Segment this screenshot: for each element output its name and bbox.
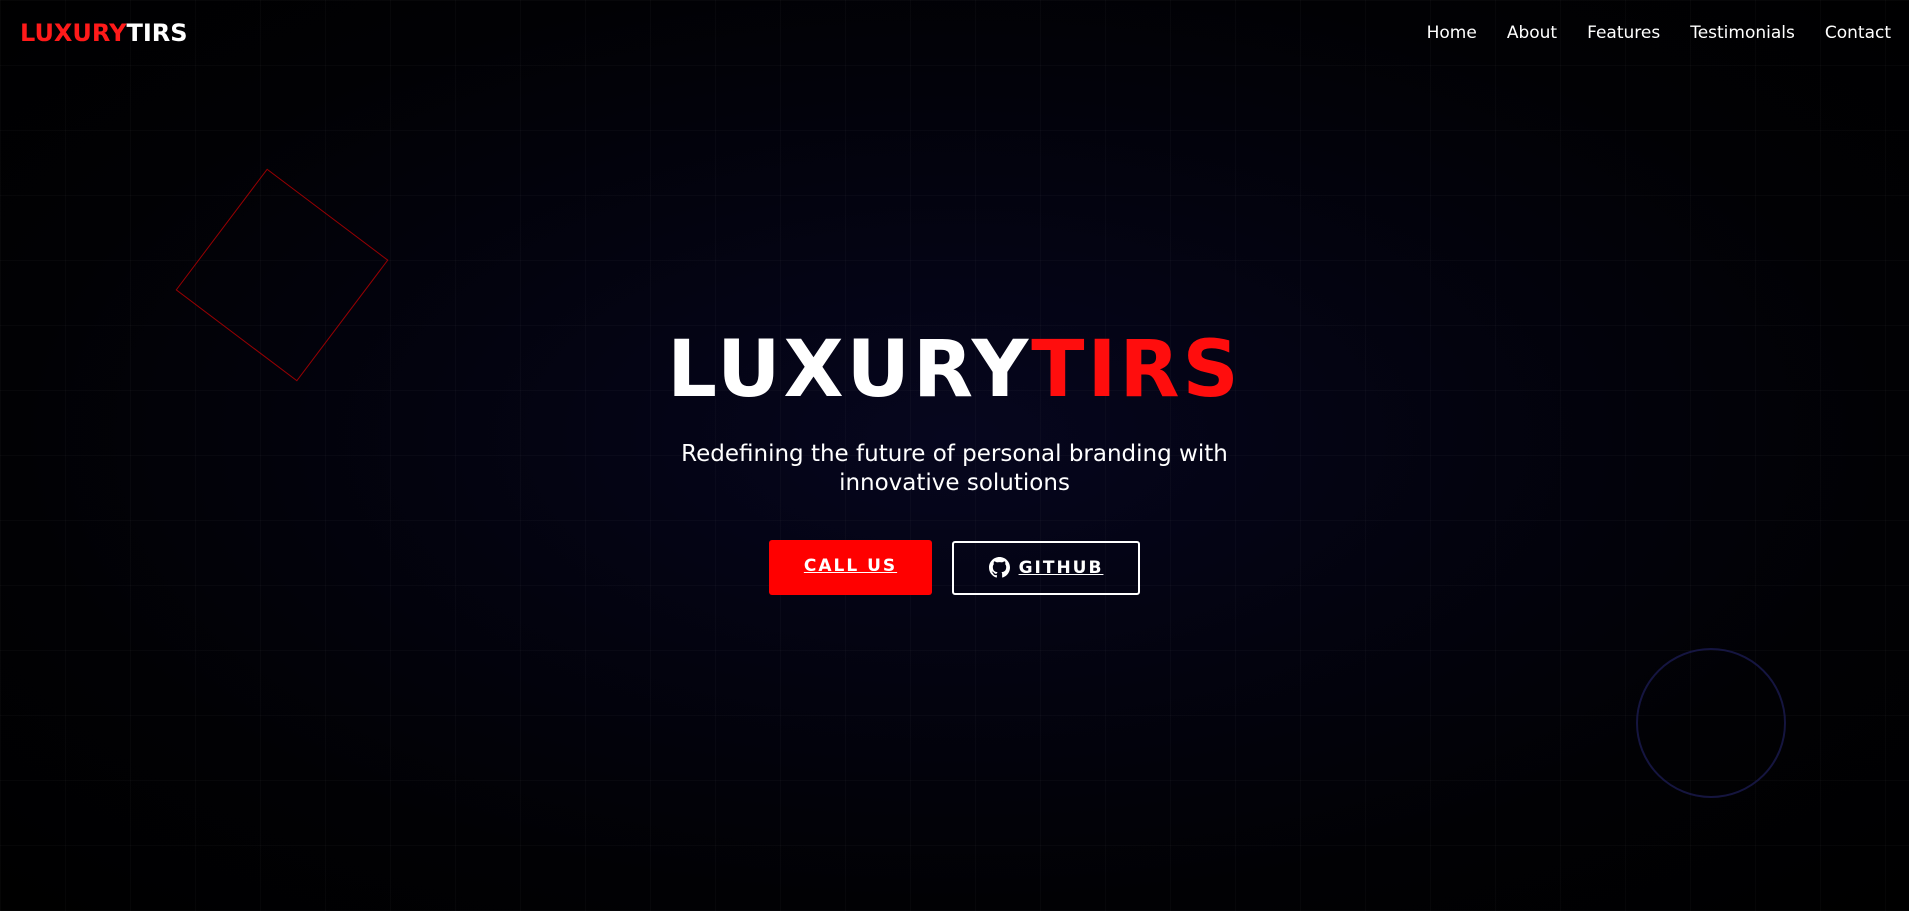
decorative-circle-shape <box>1636 648 1786 798</box>
github-icon <box>988 557 1010 578</box>
hero-title-part2: TIRS <box>1031 325 1242 415</box>
nav-link-home[interactable]: Home <box>1427 23 1477 43</box>
hero-section: LUXURYTIRS Redefining the future of pers… <box>0 320 1909 595</box>
github-button[interactable]: GITHUB <box>952 540 1140 595</box>
hero-title: LUXURYTIRS <box>667 320 1241 420</box>
nav-link-contact[interactable]: Contact <box>1825 23 1891 43</box>
nav-links: Home About Features Testimonials Contact <box>1427 23 1891 43</box>
nav-link-about[interactable]: About <box>1507 23 1557 43</box>
navbar: LUXURYTIRS Home About Features Testimoni… <box>0 0 1909 66</box>
hero-subtitle: Redefining the future of personal brandi… <box>681 441 1228 496</box>
brand-logo[interactable]: LUXURYTIRS <box>20 19 188 47</box>
hero-buttons: CALL US GITHUB <box>769 540 1140 595</box>
call-us-button[interactable]: CALL US <box>769 540 932 595</box>
call-us-label: CALL US <box>803 555 898 576</box>
brand-logo-part1: LUXURY <box>20 19 127 47</box>
hero-title-part1: LUXURY <box>667 325 1032 415</box>
github-label: GITHUB <box>1018 557 1104 578</box>
nav-link-features[interactable]: Features <box>1587 23 1660 43</box>
nav-link-testimonials[interactable]: Testimonials <box>1690 23 1795 43</box>
page: LUXURYTIRS Home About Features Testimoni… <box>0 0 1909 911</box>
brand-logo-part2: TIRS <box>126 19 188 47</box>
